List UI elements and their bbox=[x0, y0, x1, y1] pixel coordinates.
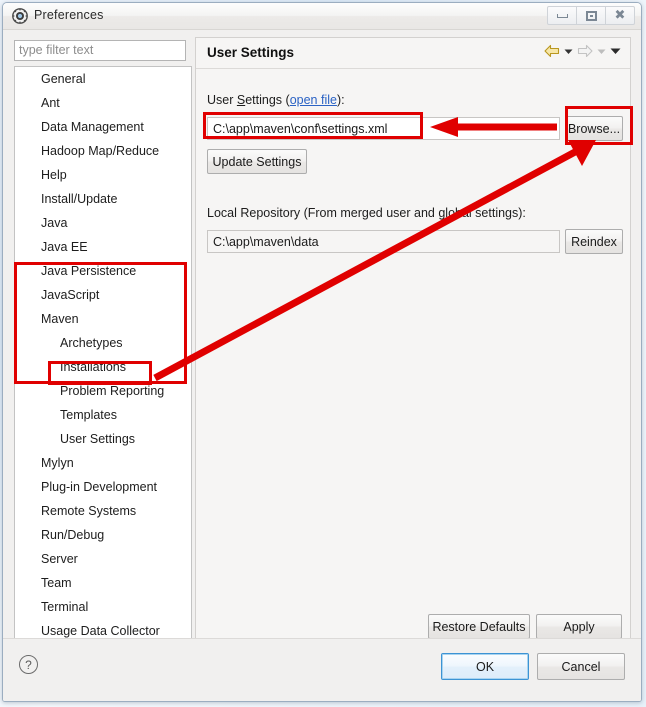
tree-item-plug-in-development[interactable]: Plug-in Development bbox=[15, 475, 191, 499]
apply-button[interactable]: Apply bbox=[536, 614, 622, 639]
update-settings-button[interactable]: Update Settings bbox=[207, 149, 307, 174]
reindex-button[interactable]: Reindex bbox=[565, 229, 623, 254]
preferences-tree[interactable]: General Ant Data Management Hadoop Map/R… bbox=[14, 66, 191, 667]
local-repository-label: Local Repository (From merged user and g… bbox=[207, 206, 526, 220]
close-icon: ✖ bbox=[614, 8, 626, 23]
tree-item-java-persistence[interactable]: Java Persistence bbox=[15, 259, 191, 283]
tree-item-data-management[interactable]: Data Management bbox=[15, 115, 191, 139]
user-settings-label-suffix: ettings ( bbox=[245, 93, 290, 107]
back-menu-chevron-down-icon[interactable] bbox=[564, 48, 573, 55]
back-arrow-icon[interactable] bbox=[544, 44, 560, 58]
tree-item-user-settings[interactable]: User Settings bbox=[15, 427, 191, 451]
tree-item-general[interactable]: General bbox=[15, 67, 191, 91]
dialog-footer: ? OK Cancel bbox=[3, 638, 641, 701]
window-controls: ✖ bbox=[547, 6, 635, 25]
tree-item-install-update[interactable]: Install/Update bbox=[15, 187, 191, 211]
restore-defaults-button[interactable]: Restore Defaults bbox=[428, 614, 530, 639]
local-repository-path-input: C:\app\maven\data bbox=[207, 230, 560, 253]
navigation-toolbar bbox=[544, 44, 621, 58]
tree-item-installations[interactable]: Installations bbox=[15, 355, 191, 379]
preferences-gear-icon bbox=[12, 8, 28, 24]
content-panel: User Settings User Settings (open file):… bbox=[195, 37, 631, 667]
tree-item-team[interactable]: Team bbox=[15, 571, 191, 595]
user-settings-label-mnemonic: S bbox=[236, 93, 246, 107]
tree-item-archetypes[interactable]: Archetypes bbox=[15, 331, 191, 355]
maximize-icon bbox=[585, 10, 597, 21]
tree-item-ant[interactable]: Ant bbox=[15, 91, 191, 115]
user-settings-path-input[interactable]: C:\app\maven\conf\settings.xml bbox=[207, 117, 560, 140]
tree-item-maven[interactable]: Maven bbox=[15, 307, 191, 331]
tree-item-javascript[interactable]: JavaScript bbox=[15, 283, 191, 307]
tree-item-java[interactable]: Java bbox=[15, 211, 191, 235]
open-file-link[interactable]: open file bbox=[290, 93, 337, 107]
page-title: User Settings bbox=[207, 45, 295, 60]
tree-item-java-ee[interactable]: Java EE bbox=[15, 235, 191, 259]
filter-input[interactable]: type filter text bbox=[14, 40, 186, 61]
help-icon[interactable]: ? bbox=[19, 655, 38, 674]
title-bar: Preferences ✖ bbox=[3, 3, 641, 30]
content-header: User Settings bbox=[196, 38, 630, 69]
tree-item-server[interactable]: Server bbox=[15, 547, 191, 571]
cancel-button[interactable]: Cancel bbox=[537, 653, 625, 680]
tree-item-mylyn[interactable]: Mylyn bbox=[15, 451, 191, 475]
screenshot-root: Preferences ✖ type filter text General A… bbox=[0, 0, 646, 707]
minimize-icon bbox=[556, 13, 568, 18]
tree-item-hadoop-map-reduce[interactable]: Hadoop Map/Reduce bbox=[15, 139, 191, 163]
tree-pane-divider bbox=[191, 66, 192, 667]
dialog-body: type filter text General Ant Data Manage… bbox=[3, 30, 641, 701]
close-button[interactable]: ✖ bbox=[605, 6, 635, 25]
tree-item-remote-systems[interactable]: Remote Systems bbox=[15, 499, 191, 523]
user-settings-label: User Settings (open file): bbox=[207, 93, 345, 107]
forward-menu-chevron-down-icon bbox=[597, 48, 606, 55]
tree-item-help[interactable]: Help bbox=[15, 163, 191, 187]
tree-item-templates[interactable]: Templates bbox=[15, 403, 191, 427]
window-title: Preferences bbox=[34, 8, 104, 22]
forward-arrow-icon bbox=[577, 44, 593, 58]
user-settings-label-prefix: User bbox=[207, 93, 237, 107]
tree-item-run-debug[interactable]: Run/Debug bbox=[15, 523, 191, 547]
view-menu-chevron-down-icon[interactable] bbox=[610, 47, 621, 55]
tree-item-problem-reporting[interactable]: Problem Reporting bbox=[15, 379, 191, 403]
preferences-dialog: Preferences ✖ type filter text General A… bbox=[2, 2, 642, 702]
ok-button[interactable]: OK bbox=[441, 653, 529, 680]
tree-item-terminal[interactable]: Terminal bbox=[15, 595, 191, 619]
minimize-button[interactable] bbox=[547, 6, 577, 25]
browse-button[interactable]: Browse... bbox=[565, 116, 623, 141]
user-settings-label-end: ): bbox=[336, 93, 345, 107]
maximize-button[interactable] bbox=[576, 6, 606, 25]
